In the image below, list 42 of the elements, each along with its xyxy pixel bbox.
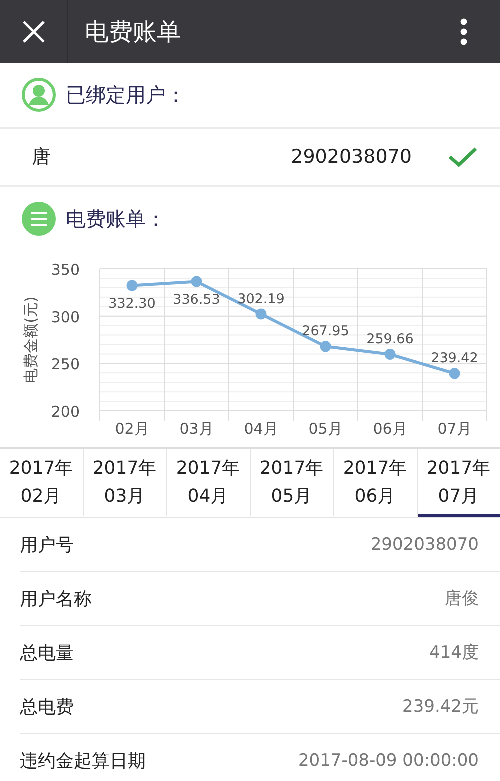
axis-tick-label: 05月 xyxy=(308,420,343,438)
more-icon xyxy=(460,18,468,46)
axis-tick-label: 06月 xyxy=(373,420,408,438)
section-title: 已绑定用户： xyxy=(66,82,186,108)
axis-title: 电费金额(元) xyxy=(22,296,40,384)
data-label: 267.95 xyxy=(302,324,350,340)
detail-value: 唐俊 xyxy=(445,588,479,610)
window-title: 电费账单 xyxy=(85,16,182,48)
account-number: 2902038070 xyxy=(291,146,412,168)
detail-value: 2902038070 xyxy=(370,534,479,554)
detail-label: 违约金起算日期 xyxy=(20,750,146,772)
detail-label: 总电费 xyxy=(20,696,74,718)
data-point xyxy=(384,349,396,360)
data-label: 302.19 xyxy=(238,291,285,308)
axis-tick-label: 04月 xyxy=(244,420,278,438)
data-label: 332.30 xyxy=(108,296,156,312)
data-label: 239.42 xyxy=(431,350,478,367)
detail-value: 2017-08-09 00:00:00 xyxy=(298,750,479,770)
axis-tick-label: 250 xyxy=(51,356,80,374)
data-point xyxy=(320,341,332,352)
data-label: 259.66 xyxy=(366,332,414,348)
data-point xyxy=(256,308,267,320)
user-icon xyxy=(22,78,56,112)
detail-value: 239.42元 xyxy=(402,696,479,718)
axis-tick-label: 02月 xyxy=(115,420,150,438)
data-point xyxy=(191,276,202,288)
close-icon xyxy=(22,20,46,44)
detail-label: 用户名称 xyxy=(20,588,92,610)
user-name: 唐 xyxy=(32,145,52,170)
axis-tick-label: 300 xyxy=(51,308,80,326)
axis-tick-label: 03月 xyxy=(180,420,214,438)
axis-tick-label: 200 xyxy=(51,403,80,421)
data-label: 336.53 xyxy=(173,292,220,308)
axis-tick-label: 07月 xyxy=(438,420,472,438)
data-point xyxy=(126,280,138,292)
detail-label: 总电量 xyxy=(20,642,74,664)
detail-label: 用户号 xyxy=(20,534,74,556)
section-title: 电费账单： xyxy=(66,206,166,232)
data-point xyxy=(449,368,460,380)
list-icon xyxy=(22,202,56,236)
axis-tick-label: 350 xyxy=(51,261,80,279)
detail-value: 414度 xyxy=(430,642,479,664)
